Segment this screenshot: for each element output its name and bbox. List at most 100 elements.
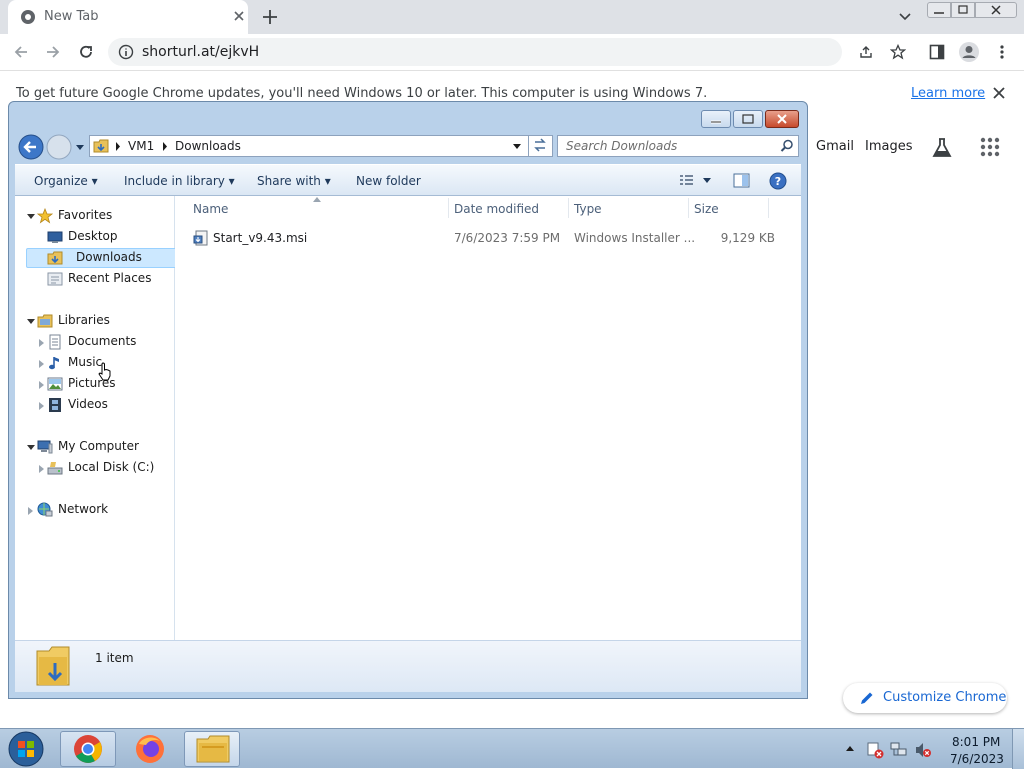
show-desktop-button[interactable] <box>1012 729 1024 769</box>
nav-favorites[interactable]: Favorites <box>37 206 167 226</box>
explorer-address-bar[interactable]: VM1 Downloads <box>89 135 553 157</box>
explorer-back-icon[interactable] <box>18 134 44 160</box>
chrome-close-button[interactable] <box>975 2 1017 18</box>
share-with-menu[interactable]: Share with ▾ <box>257 174 331 188</box>
preview-pane-icon[interactable] <box>733 173 751 189</box>
breadcrumb-downloads[interactable]: Downloads <box>175 139 241 153</box>
column-type[interactable]: Type <box>574 202 602 216</box>
address-bar[interactable]: shorturl.at/ejkvH <box>108 38 906 66</box>
search-icon[interactable] <box>780 139 794 153</box>
new-tab-button[interactable] <box>260 7 280 27</box>
column-separator[interactable] <box>768 198 769 218</box>
downloads-folder-icon <box>93 138 109 154</box>
network-status-icon[interactable] <box>890 741 908 759</box>
help-icon[interactable]: ? <box>769 172 787 190</box>
gmail-link[interactable]: Gmail <box>816 139 854 154</box>
learn-more-link[interactable]: Learn more <box>911 86 985 101</box>
explorer-folder-icon <box>196 735 230 763</box>
nav-documents[interactable]: Documents <box>47 332 167 352</box>
chrome-menu-icon[interactable] <box>996 44 1008 60</box>
clock-time[interactable]: 8:01 PM <box>952 735 1000 749</box>
item-count: 1 item <box>95 651 134 665</box>
show-hidden-icons-icon[interactable] <box>845 744 855 752</box>
navigation-pane: Favorites Desktop Downloads Recent Place… <box>15 196 182 640</box>
breadcrumb-vm1[interactable]: VM1 <box>128 139 154 153</box>
pictures-icon <box>47 376 63 392</box>
explorer-close-button[interactable] <box>765 110 799 128</box>
explorer-forward-icon[interactable] <box>46 134 72 160</box>
breadcrumb-separator-icon[interactable] <box>162 142 168 151</box>
nav-recent-places[interactable]: Recent Places <box>47 269 167 289</box>
collapse-arrow-icon[interactable] <box>39 465 44 473</box>
infobar-close-icon[interactable] <box>992 86 1006 100</box>
firefox-logo-icon[interactable] <box>134 733 166 765</box>
expand-arrow-icon[interactable] <box>27 214 35 219</box>
explorer-maximize-button[interactable] <box>733 110 763 128</box>
chrome-restore-button[interactable] <box>951 2 975 18</box>
share-icon[interactable] <box>858 44 874 60</box>
recent-pages-chevron-icon[interactable] <box>75 144 85 152</box>
nav-network[interactable]: Network <box>37 500 167 520</box>
nav-desktop[interactable]: Desktop <box>47 227 167 247</box>
column-separator[interactable] <box>568 198 569 218</box>
labs-flask-icon[interactable] <box>930 136 954 160</box>
windows-taskbar: 8:01 PM 7/6/2023 <box>0 728 1024 769</box>
volume-muted-icon[interactable] <box>914 741 932 759</box>
profile-avatar-icon[interactable] <box>958 41 980 63</box>
nav-my-computer[interactable]: My Computer <box>37 437 167 457</box>
images-link[interactable]: Images <box>865 139 913 154</box>
chrome-favicon-icon <box>20 9 36 25</box>
nav-downloads[interactable]: Downloads <box>26 248 182 268</box>
breadcrumb-separator-icon[interactable] <box>115 142 121 151</box>
tab-close-icon[interactable] <box>232 9 246 23</box>
tab-search-icon[interactable] <box>898 9 912 23</box>
tab-title: New Tab <box>44 9 99 24</box>
search-downloads-input[interactable]: Search Downloads <box>557 135 799 157</box>
refresh-button[interactable] <box>528 135 552 157</box>
documents-icon <box>47 334 63 350</box>
side-panel-icon[interactable] <box>929 44 945 60</box>
action-center-alert-icon[interactable] <box>866 741 884 759</box>
hand-cursor-icon <box>98 362 112 382</box>
explorer-minimize-button[interactable] <box>701 110 731 128</box>
new-folder-button[interactable]: New folder <box>356 174 421 188</box>
desktop-icon <box>47 229 63 245</box>
nav-videos[interactable]: Videos <box>47 395 167 415</box>
collapse-arrow-icon[interactable] <box>28 507 33 515</box>
collapse-arrow-icon[interactable] <box>39 339 44 347</box>
column-separator[interactable] <box>448 198 449 218</box>
chrome-minimize-button[interactable] <box>927 2 951 18</box>
column-name[interactable]: Name <box>193 202 228 216</box>
nav-libraries[interactable]: Libraries <box>37 311 167 331</box>
music-note-icon <box>47 355 63 371</box>
nav-local-disk[interactable]: Local Disk (C:) <box>47 458 167 478</box>
organize-menu[interactable]: Organize ▾ <box>34 174 98 188</box>
start-orb-icon[interactable] <box>6 730 46 768</box>
collapse-arrow-icon[interactable] <box>39 402 44 410</box>
customize-chrome-button[interactable]: Customize Chrome <box>843 683 1007 713</box>
back-arrow-icon[interactable] <box>12 43 30 61</box>
reload-icon[interactable] <box>77 43 95 61</box>
column-date-modified[interactable]: Date modified <box>454 202 539 216</box>
file-date: 7/6/2023 7:59 PM <box>454 231 561 245</box>
collapse-arrow-icon[interactable] <box>39 381 44 389</box>
chrome-toolbar: shorturl.at/ejkvH <box>0 34 1024 70</box>
taskbar-explorer-button[interactable] <box>184 731 240 767</box>
tab-new-tab[interactable]: New Tab <box>8 0 248 34</box>
clock-date[interactable]: 7/6/2023 <box>950 752 1004 766</box>
column-size[interactable]: Size <box>694 202 719 216</box>
site-info-icon[interactable] <box>118 44 134 60</box>
forward-arrow-icon[interactable] <box>44 43 62 61</box>
view-options-icon[interactable] <box>679 174 713 188</box>
expand-arrow-icon[interactable] <box>27 319 35 324</box>
include-in-library-menu[interactable]: Include in library ▾ <box>124 174 235 188</box>
collapse-arrow-icon[interactable] <box>39 360 44 368</box>
search-placeholder: Search Downloads <box>566 139 678 153</box>
google-apps-icon[interactable] <box>980 137 1000 157</box>
taskbar-chrome-button[interactable] <box>60 731 116 767</box>
bookmark-star-icon[interactable] <box>890 44 906 60</box>
address-history-chevron-icon[interactable] <box>512 143 522 150</box>
column-separator[interactable] <box>688 198 689 218</box>
expand-arrow-icon[interactable] <box>27 445 35 450</box>
file-row[interactable]: Start_v9.43.msi 7/6/2023 7:59 PM Windows… <box>189 228 789 248</box>
